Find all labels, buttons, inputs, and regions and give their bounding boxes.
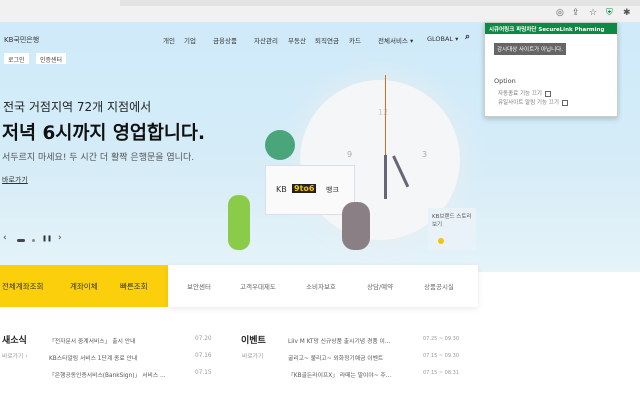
clock-3: 3 (422, 150, 428, 159)
minute-hand (392, 155, 410, 188)
event-item[interactable]: 굴리고~ 불리고~ 외화정기예금 이벤트 (288, 353, 383, 362)
second-hand (385, 75, 386, 155)
quick-all-accounts[interactable]: 전체계좌조회 (2, 281, 43, 292)
news-date: 07.16 (195, 353, 212, 359)
hero-title: 저녁 6시까지 영업합니다. (2, 123, 205, 144)
option-title: Option (494, 77, 516, 85)
event-date: 07.25 ~ 09.30 (423, 336, 459, 342)
news-date: 07.15 (195, 370, 212, 376)
search-icon[interactable]: ⌕ (465, 32, 470, 42)
shield-icon[interactable]: ⛨ (606, 8, 613, 18)
news-date: 07.20 (195, 336, 212, 342)
popup-status: 감시대상 사이트가 아닙니다. (494, 43, 566, 55)
share-icon[interactable]: ⇪ (572, 8, 580, 18)
hour-hand (384, 155, 387, 199)
news-item[interactable]: 「전자문서 중계서비스」 출시 안내 (49, 336, 135, 345)
pause-icon[interactable]: ❚❚ (42, 235, 52, 242)
next-icon[interactable]: › (58, 233, 62, 243)
event-date: 07.15 ~ 09.30 (423, 353, 459, 359)
option-checkbox[interactable] (561, 99, 568, 106)
kb-logo[interactable]: KB국민은행 (4, 35, 39, 45)
clock-9: 9 (347, 150, 353, 159)
star-icon[interactable]: ☆ (589, 8, 597, 18)
hero-link[interactable]: 바로가기 (2, 175, 28, 185)
slide-indicator[interactable] (32, 239, 35, 242)
option-row[interactable]: 자동종료 기능 끄기 (498, 89, 551, 97)
quick-transfer[interactable]: 계좌이체 (70, 281, 98, 292)
clock-12: 12 (378, 108, 389, 117)
event-item[interactable]: 「KB골든라이프X」 라떼는 말이야~ 주... (288, 370, 391, 379)
slide-indicator[interactable] (17, 239, 25, 242)
login-button[interactable]: 로그인 (4, 53, 29, 64)
events-title: 이벤트 (241, 336, 266, 346)
nav-item[interactable]: 퇴직연금 (315, 35, 339, 45)
option-label: 자동종료 기능 끄기 (498, 91, 542, 97)
nav-item[interactable]: 부동산 (288, 35, 306, 45)
brand-story-label: KB브랜드 스토리 보기 (432, 214, 472, 228)
option-label: 유일사이트 알림 기능 끄기 (498, 100, 559, 106)
quick-disclosure[interactable]: 상품공시실 (424, 281, 454, 291)
hero-subtitle: 서두르지 마세요! 두 시간 더 활짝 은행문을 엽니다. (2, 153, 195, 163)
nav-item[interactable]: GLOBAL ▾ (427, 35, 458, 43)
brand-story-card[interactable]: KB브랜드 스토리 보기 (428, 208, 476, 250)
hero-line1: 전국 거점지역 72개 지점에서 (3, 100, 152, 114)
bear-character (342, 202, 370, 250)
quick-benefits[interactable]: 고객우대제도 (240, 281, 276, 291)
card-kb: KB (276, 185, 287, 194)
event-date: 07.15 ~ 08.31 (423, 370, 459, 376)
event-item[interactable]: Liiv M KT망 신규상품 출시기념 경품 이... (288, 336, 390, 345)
browser-toolbar: ◎ ⇪ ☆ ⛨ ✱ (0, 0, 640, 22)
option-row[interactable]: 유일사이트 알림 기능 끄기 (498, 98, 568, 106)
news-more-link[interactable]: 바로가기 › (2, 351, 28, 360)
nav-item[interactable]: 카드 (349, 35, 361, 45)
quick-fast-lookup[interactable]: 빠른조회 (120, 281, 148, 292)
card-bank: 뱅크 (326, 186, 339, 194)
card-9to6: 9to6 (292, 184, 317, 193)
popup-header: 시큐어링크 파밍차단 SecureLink Pharming (485, 23, 617, 34)
events-more-link[interactable]: 바로가기 (242, 351, 263, 360)
nav-item[interactable]: 금융상품 (213, 35, 237, 45)
nav-item[interactable]: 자산관리 (254, 35, 278, 45)
quick-security[interactable]: 보안센터 (187, 281, 211, 291)
quick-consult[interactable]: 상담/예약 (367, 281, 393, 291)
option-checkbox[interactable] (544, 90, 551, 97)
play-icon (438, 238, 444, 244)
puzzle-icon[interactable]: ✱ (623, 8, 631, 18)
nav-item[interactable]: 개인 (163, 35, 175, 45)
green-character (228, 195, 250, 250)
nav-item[interactable]: 기업 (184, 35, 196, 45)
news-item[interactable]: 「은행공동인증서비스(BankSign)」 서비스 ... (49, 370, 166, 379)
prev-icon[interactable]: ‹ (3, 233, 7, 243)
kb-9to6-card: KB 9to6 뱅크 (265, 165, 355, 215)
eye-off-icon[interactable]: ◎ (556, 8, 564, 18)
tab-strip (120, 0, 640, 6)
securelink-popup: 시큐어링크 파밍차단 SecureLink Pharming 감시대상 사이트가… (484, 22, 618, 117)
news-item[interactable]: KB스타알림 서비스 1단계 종료 안내 (49, 353, 137, 362)
nav-item[interactable]: 전체서비스 ▾ (378, 35, 413, 45)
cert-center-button[interactable]: 인증센터 (36, 53, 67, 64)
broccoli-character (265, 130, 295, 160)
news-title: 새소식 (2, 336, 27, 346)
quick-consumer[interactable]: 소비자보호 (306, 281, 336, 291)
